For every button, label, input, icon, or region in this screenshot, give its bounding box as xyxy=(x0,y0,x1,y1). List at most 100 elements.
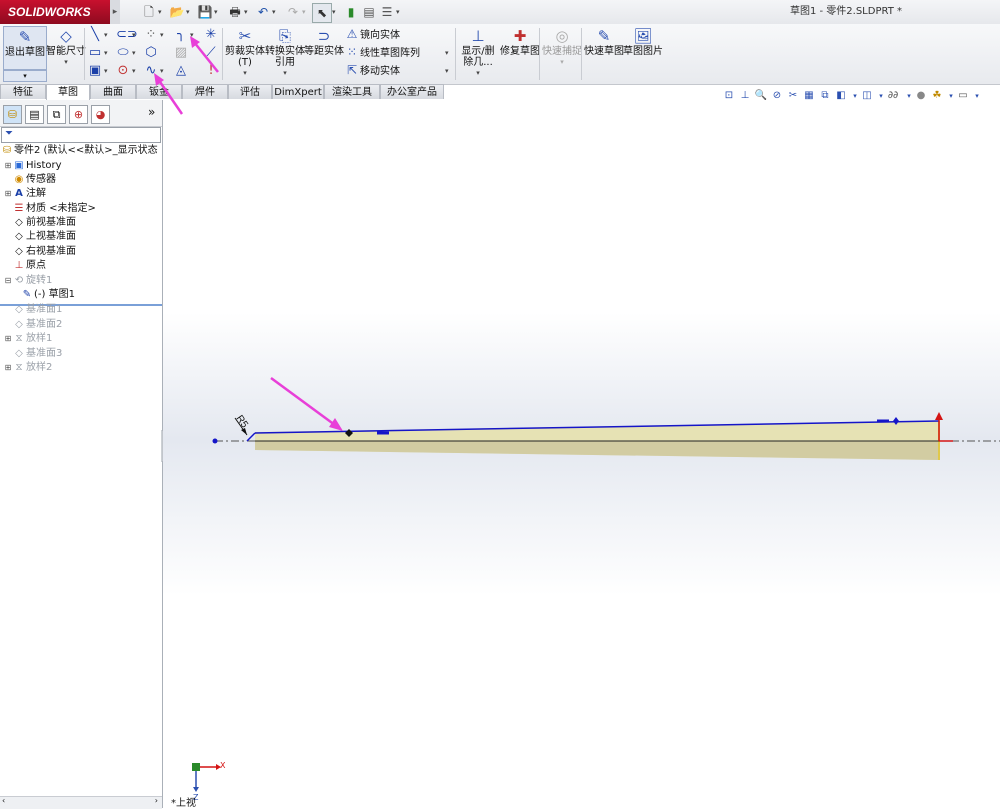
new-document-icon[interactable]: 🗋 xyxy=(140,3,158,21)
property-manager-tab-icon[interactable]: ▤ xyxy=(25,105,44,124)
exit-sketch-button[interactable]: ✎ 退出草图 xyxy=(3,26,47,70)
sketch-arc[interactable] xyxy=(246,432,256,442)
monitor-icon[interactable]: ▭ xyxy=(956,88,970,104)
feature-tree-tab-icon[interactable]: ⛁ xyxy=(3,105,22,124)
view-orientation-icon[interactable]: ⧉ xyxy=(818,88,832,104)
tab-surfaces[interactable]: 曲面 xyxy=(90,84,136,99)
dimxpert-manager-tab-icon[interactable]: ⊕ xyxy=(69,105,88,124)
quick-snaps-button[interactable]: ◎ 快速捕捉 ▾ xyxy=(541,26,583,80)
move-dropdown-icon[interactable]: ▾ xyxy=(445,63,452,79)
tab-dimxpert[interactable]: DimXpert xyxy=(272,84,324,99)
tree-item-sketch1[interactable]: ✎ (-) 草图1 xyxy=(20,288,75,302)
ellipse-icon[interactable]: ⬭ xyxy=(116,45,130,61)
convert-entities-button[interactable]: ⎘ 转换实体引用 ▾ xyxy=(264,26,306,80)
tree-item-right-plane[interactable]: ◇ 右视基准面 xyxy=(4,245,76,259)
scroll-left-icon[interactable]: ‹ xyxy=(2,796,5,805)
print-icon[interactable]: 🖶 xyxy=(226,3,244,21)
tree-item-revolve[interactable]: ⊟ ⟲ 旋转1 xyxy=(4,274,53,288)
expand-icon[interactable]: ⊞ xyxy=(4,332,12,346)
tree-item-annotations[interactable]: ⊞ A 注解 xyxy=(4,187,46,201)
line-dropdown-icon[interactable]: ▾ xyxy=(104,27,111,43)
graphics-viewport[interactable]: R5 X Z *上视 xyxy=(163,100,1000,808)
tree-item-origin[interactable]: ⊥ 原点 xyxy=(4,259,46,273)
zoom-in-icon[interactable]: 🔍 xyxy=(754,88,768,104)
zoom-to-fit-icon[interactable]: ⊡ xyxy=(722,88,736,104)
tree-item-sensors[interactable]: ◉ 传感器 xyxy=(4,173,56,187)
trim-dropdown-icon[interactable]: ▾ xyxy=(224,68,266,79)
hide-show-items-icon[interactable]: ◫ xyxy=(860,88,874,104)
display-manager-tab-icon[interactable]: ◕ xyxy=(91,105,110,124)
sketch-picture-button[interactable]: 🖼 草图图片 xyxy=(622,26,664,80)
tree-item-material[interactable]: ☰ 材质 <未指定> xyxy=(4,202,96,216)
display-style-icon[interactable]: ◧ xyxy=(834,88,848,104)
file-properties-icon[interactable]: ▤ xyxy=(360,3,378,21)
section-view-icon[interactable]: ✂ xyxy=(786,88,800,104)
previous-view-icon[interactable]: ⊘ xyxy=(770,88,784,104)
tree-horizontal-scrollbar[interactable]: ‹ › xyxy=(0,796,162,809)
collapse-icon[interactable]: ⊟ xyxy=(4,274,12,288)
convert-dropdown-icon[interactable]: ▾ xyxy=(264,68,306,79)
select-pointer-icon[interactable]: ⬉ xyxy=(312,3,332,23)
move-entities-button[interactable]: ⇱ 移动实体 xyxy=(344,62,400,79)
expand-icon[interactable]: ⊞ xyxy=(4,159,12,173)
dynamic-annotation-icon[interactable]: ▦ xyxy=(802,88,816,104)
scroll-right-icon[interactable]: › xyxy=(155,796,158,805)
tree-item-plane1[interactable]: ◇ 基准面1 xyxy=(4,303,62,317)
edit-appearance-icon[interactable]: ∂∂ xyxy=(886,88,900,104)
redo-icon[interactable]: ↷ xyxy=(284,3,302,21)
tree-item-history[interactable]: ⊞ ▣ History xyxy=(4,159,62,173)
expand-icon[interactable]: ⊞ xyxy=(4,187,12,201)
tree-item-plane2[interactable]: ◇ 基准面2 xyxy=(4,318,62,332)
monitor-dropdown-icon[interactable]: ▾ xyxy=(970,88,984,104)
corner-rectangle-dropdown-icon[interactable]: ▾ xyxy=(104,63,111,79)
new-dropdown-icon[interactable]: ▾ xyxy=(158,3,166,21)
open-folder-icon[interactable]: 📂 xyxy=(168,3,186,21)
display-delete-relations-button[interactable]: ⊥ 显示/删除几... ▾ xyxy=(457,26,499,80)
relations-dropdown-icon[interactable]: ▾ xyxy=(457,68,499,79)
tree-item-front-plane[interactable]: ◇ 前视基准面 xyxy=(4,216,76,230)
apply-scene-icon[interactable]: ● xyxy=(914,88,928,104)
linear-pattern-button[interactable]: ⁙ 线性草图阵列 xyxy=(344,44,420,61)
tab-sketch[interactable]: 草图 xyxy=(46,84,90,100)
smart-dimension-button[interactable]: ◇ 智能尺寸 ▾ xyxy=(45,26,87,80)
open-dropdown-icon[interactable]: ▾ xyxy=(186,3,194,21)
trim-entities-button[interactable]: ✂ 剪裁实体(T) ▾ xyxy=(224,26,266,80)
save-icon[interactable]: 💾 xyxy=(196,3,214,21)
rectangle-icon[interactable]: ▭ xyxy=(88,45,102,61)
circle-dropdown-icon[interactable]: ▾ xyxy=(132,63,139,79)
tree-item-loft1[interactable]: ⊞ ⧖ 放样1 xyxy=(4,332,53,346)
radius-dimension[interactable]: R5 xyxy=(234,413,251,430)
ellipse-dropdown-icon[interactable]: ▾ xyxy=(132,45,139,61)
solidworks-logo[interactable]: SOLIDWORKS xyxy=(0,0,110,24)
tab-render-tools[interactable]: 渲染工具 xyxy=(324,84,380,99)
slot-dropdown-icon[interactable]: ▾ xyxy=(132,27,139,43)
expand-icon[interactable]: ⊞ xyxy=(4,361,12,375)
circle-icon[interactable]: ⊙ xyxy=(116,63,130,79)
tree-filter-input[interactable]: ⏷ xyxy=(1,127,161,143)
exit-sketch-dropdown-icon[interactable]: ▾ xyxy=(3,70,47,82)
quick-snaps-dropdown-icon[interactable]: ▾ xyxy=(541,57,583,68)
rapid-sketch-button[interactable]: ✎ 快速草图 xyxy=(583,26,625,80)
repair-sketch-button[interactable]: ✚ 修复草图 xyxy=(499,26,541,80)
rebuild-icon[interactable]: ▮ xyxy=(342,3,360,21)
options-icon[interactable]: ☰ xyxy=(378,3,396,21)
save-dropdown-icon[interactable]: ▾ xyxy=(214,3,222,21)
tab-evaluate[interactable]: 评估 xyxy=(228,84,272,99)
zoom-to-area-icon[interactable]: ⊥ xyxy=(738,88,752,104)
redo-dropdown-icon[interactable]: ▾ xyxy=(302,3,310,21)
smart-dimension-dropdown-icon[interactable]: ▾ xyxy=(45,57,87,68)
undo-dropdown-icon[interactable]: ▾ xyxy=(272,3,280,21)
tree-item-top-plane[interactable]: ◇ 上视基准面 xyxy=(4,230,76,244)
tab-office-products[interactable]: 办公室产品 xyxy=(380,84,444,99)
line-icon[interactable]: ╲ xyxy=(88,27,102,43)
select-dropdown-icon[interactable]: ▾ xyxy=(332,3,340,21)
view-settings-icon[interactable]: ☘ xyxy=(930,88,944,104)
undo-icon[interactable]: ↶ xyxy=(254,3,272,21)
corner-rectangle-icon[interactable]: ▣ xyxy=(88,63,102,79)
rectangle-dropdown-icon[interactable]: ▾ xyxy=(104,45,111,61)
tree-item-plane3[interactable]: ◇ 基准面3 xyxy=(4,347,62,361)
options-dropdown-icon[interactable]: ▾ xyxy=(396,3,404,21)
linear-pattern-dropdown-icon[interactable]: ▾ xyxy=(445,45,452,61)
slot-icon[interactable]: ⊂⊃ xyxy=(116,27,138,43)
menu-arrow-icon[interactable]: ▸ xyxy=(110,0,120,24)
